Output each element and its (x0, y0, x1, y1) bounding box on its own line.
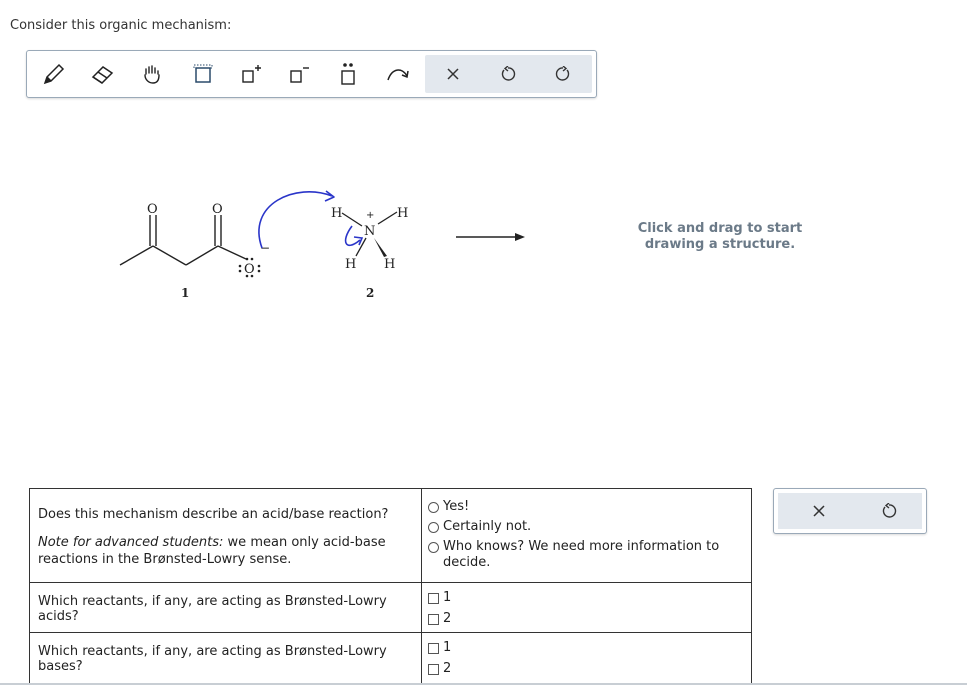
question-1-title: Does this mechanism describe an acid/bas… (38, 507, 389, 522)
radio-certainly-not[interactable] (428, 522, 439, 533)
checkbox-acid-2[interactable] (428, 614, 439, 625)
answer-actions-panel (773, 488, 927, 534)
wedge-bond (374, 238, 387, 257)
cation-charge: + (366, 210, 374, 221)
toolbar-actions (425, 55, 592, 93)
clear-icon[interactable] (440, 61, 466, 87)
base-option-2[interactable]: 2 (428, 661, 745, 677)
question-row-3: Which reactants, if any, are acting as B… (29, 632, 752, 685)
acid-option-1[interactable]: 1 (428, 590, 745, 606)
arrow-curve-icon[interactable] (385, 61, 411, 87)
atom-n: N (364, 224, 375, 239)
option-yes[interactable]: Yes! (428, 499, 745, 515)
mechanism-canvas[interactable]: O O O − 1 H H N + H H 2 (0, 100, 967, 480)
eraser-icon[interactable] (89, 61, 115, 87)
answer-actions (778, 493, 922, 529)
radio-who-knows[interactable] (428, 542, 439, 553)
close-icon[interactable] (806, 498, 832, 524)
undo-icon[interactable] (495, 61, 521, 87)
questions-table: Does this mechanism describe an acid/bas… (29, 488, 752, 685)
lone-pair-icon[interactable] (335, 61, 361, 87)
checkbox-base-2[interactable] (428, 664, 439, 675)
option-certainly-not[interactable]: Certainly not. (428, 519, 745, 535)
base-option-1[interactable]: 1 (428, 640, 745, 656)
redo-icon[interactable] (550, 61, 576, 87)
selection-box-icon[interactable] (190, 61, 216, 87)
pencil-icon[interactable] (41, 61, 67, 87)
note-emphasis: Note for advanced students: (38, 535, 224, 550)
atom-o-anion: O (244, 262, 255, 277)
reactant-2-label: 2 (366, 286, 374, 300)
atom-h-top-left: H (331, 206, 342, 221)
question-row-2: Which reactants, if any, are acting as B… (29, 582, 752, 633)
radio-yes[interactable] (428, 502, 439, 513)
reactant-1-label: 1 (181, 286, 189, 300)
prompt-text: Consider this organic mechanism: (10, 18, 232, 33)
question-row-1: Does this mechanism describe an acid/bas… (29, 488, 752, 583)
curved-arrow-1 (258, 190, 335, 249)
option-who-knows[interactable]: Who knows? We need more information to d… (425, 539, 745, 571)
atom-h-top-right: H (397, 206, 408, 221)
checkbox-base-1[interactable] (428, 643, 439, 654)
drawing-toolbar (26, 50, 597, 98)
add-positive-charge-icon[interactable] (238, 61, 264, 87)
reactant-1-structure (119, 215, 247, 266)
question-2-title: Which reactants, if any, are acting as B… (38, 594, 387, 624)
atom-h-bottom-right: H (384, 257, 395, 272)
checkbox-acid-1[interactable] (428, 593, 439, 604)
curved-arrow-2 (344, 225, 364, 246)
reset-icon[interactable] (876, 498, 902, 524)
atom-o-carboxyl: O (212, 202, 223, 217)
atom-h-bottom-left: H (345, 257, 356, 272)
add-negative-charge-icon[interactable] (286, 61, 312, 87)
acid-option-2[interactable]: 2 (428, 611, 745, 627)
product-drawing-hint: Click and drag to start drawing a struct… (637, 221, 803, 252)
question-3-title: Which reactants, if any, are acting as B… (38, 644, 387, 674)
question-1-note: Note for advanced students: we mean only… (38, 534, 413, 568)
hand-icon[interactable] (139, 61, 165, 87)
reaction-arrow (456, 233, 525, 241)
atom-o-carbonyl: O (147, 202, 158, 217)
